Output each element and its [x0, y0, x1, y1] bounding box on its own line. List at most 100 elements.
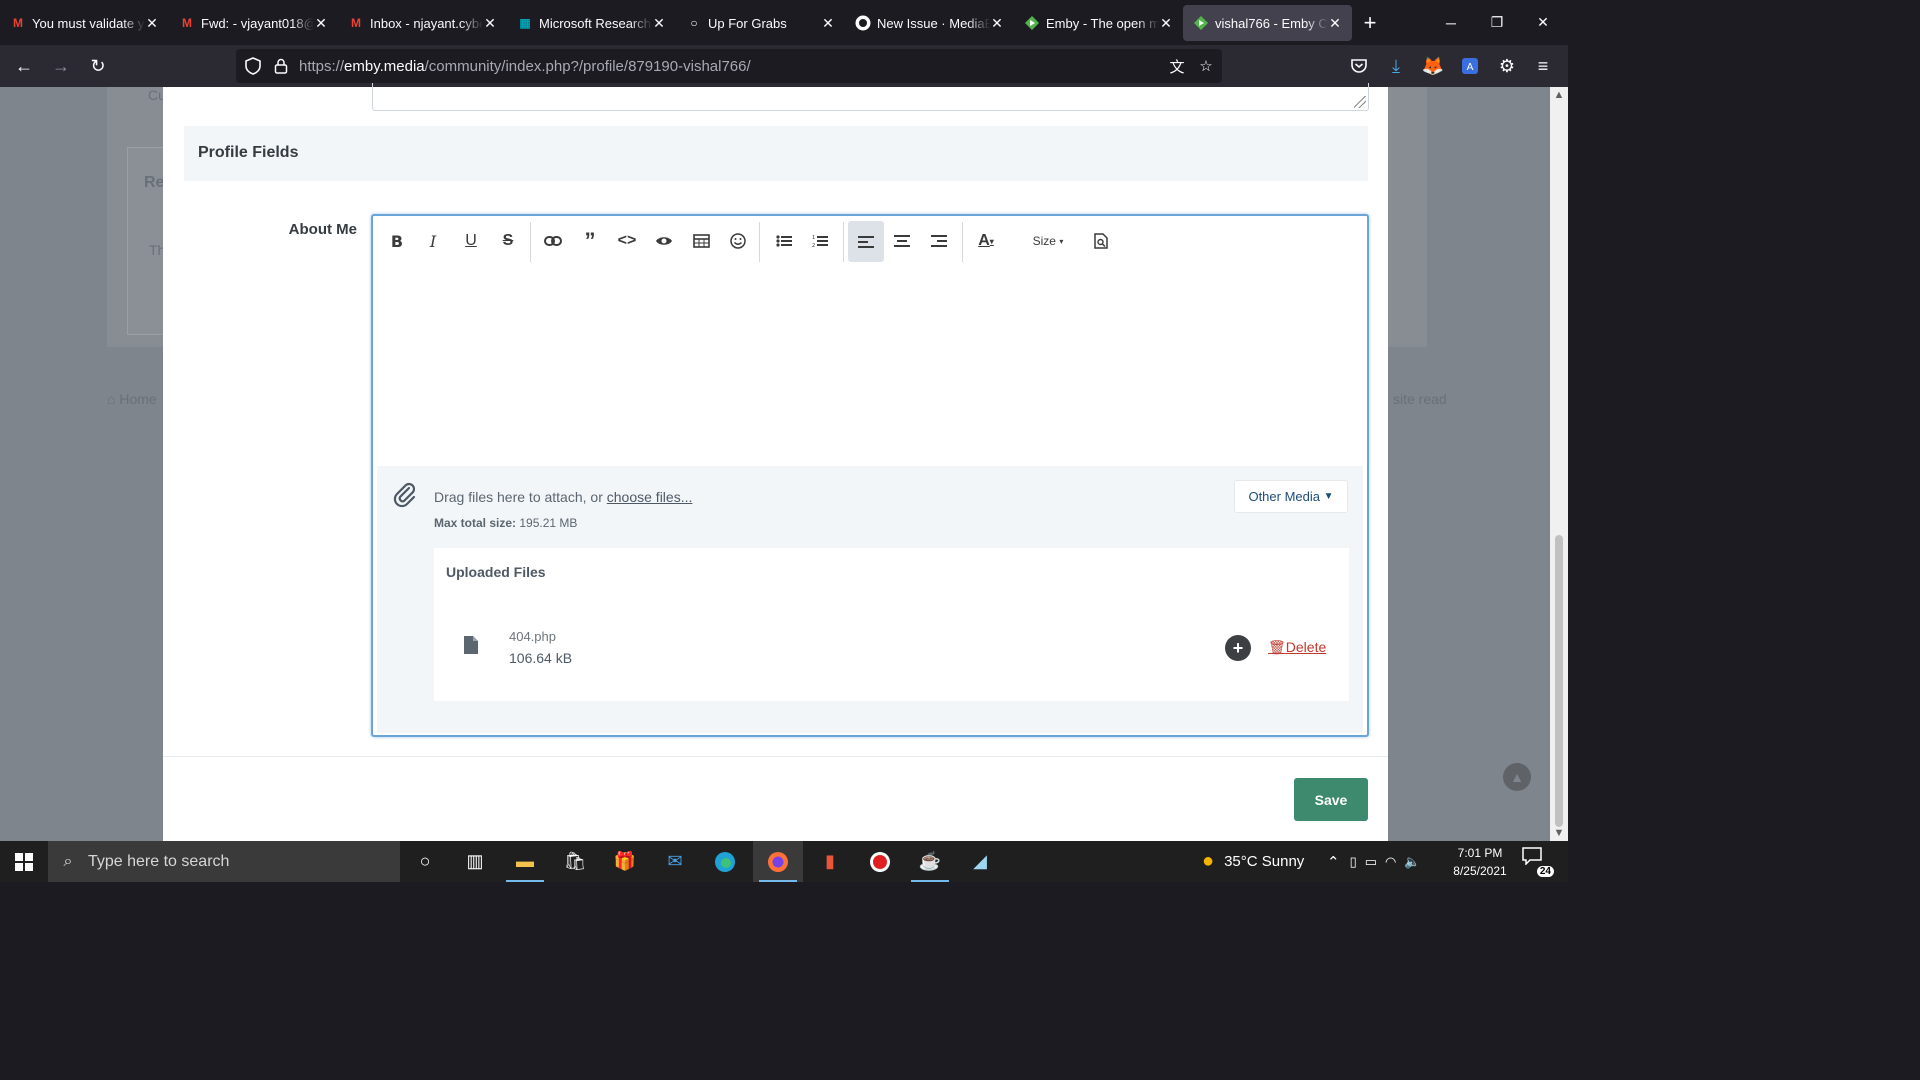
browser-tab[interactable]: ▦ Microsoft Research Blog ✕ [507, 5, 676, 41]
pocket-icon[interactable] [1344, 52, 1374, 80]
firefox-icon[interactable] [753, 841, 803, 882]
close-tab-icon[interactable]: ✕ [1328, 15, 1342, 32]
align-center-icon[interactable] [885, 221, 919, 261]
link-icon[interactable] [536, 221, 570, 261]
close-tab-icon[interactable]: ✕ [483, 15, 497, 32]
task-view-icon[interactable]: ▥ [450, 841, 500, 882]
underline-icon[interactable]: U [454, 221, 488, 261]
close-tab-icon[interactable]: ✕ [652, 15, 666, 32]
scroll-up-icon[interactable]: ▲ [1550, 89, 1568, 101]
url-text[interactable]: https://emby.media/community/index.php?/… [299, 58, 751, 75]
lock-icon[interactable] [270, 55, 292, 77]
file-icon [464, 636, 478, 654]
taskbar-search-box[interactable]: ⌕ Type here to search [48, 841, 400, 882]
save-button[interactable]: Save [1294, 778, 1368, 821]
new-tab-button[interactable]: + [1352, 5, 1388, 41]
tab-title: You must validate your [32, 15, 145, 31]
scroll-to-top-button[interactable]: ▲ [1503, 763, 1531, 791]
url-bar[interactable]: https://emby.media/community/index.php?/… [236, 49, 1222, 83]
volume-icon[interactable]: 🔈 [1404, 854, 1420, 870]
align-right-icon[interactable] [922, 221, 956, 261]
extensions-icon[interactable]: ⚙ [1492, 52, 1522, 80]
clock[interactable]: 7:01 PM 8/25/2021 [1440, 844, 1520, 880]
editor-content-area[interactable] [377, 266, 1365, 466]
reload-icon[interactable]: ↻ [83, 52, 113, 80]
browser-tab-active[interactable]: vishal766 - Emby Community ✕ [1183, 5, 1352, 41]
resize-handle-icon[interactable] [1354, 96, 1366, 108]
record-icon[interactable] [855, 841, 905, 882]
url-domain: emby.media [344, 58, 425, 75]
minimize-icon[interactable]: ─ [1428, 0, 1474, 45]
file-explorer-icon[interactable]: ▬ [500, 841, 550, 882]
gift-app-icon[interactable]: 🎁 [600, 841, 650, 882]
scroll-down-icon[interactable]: ▼ [1550, 827, 1568, 839]
close-tab-icon[interactable]: ✕ [990, 15, 1004, 32]
browser-tab[interactable]: New Issue · MediaBrowser ✕ [845, 5, 1014, 41]
extension-fox-icon[interactable]: 🦊 [1418, 52, 1448, 80]
edge-icon[interactable] [700, 841, 750, 882]
close-tab-icon[interactable]: ✕ [145, 15, 159, 32]
store-icon[interactable]: 🛍 [550, 841, 600, 882]
device-icon[interactable]: ▯ [1350, 854, 1357, 870]
paperclip-icon [391, 480, 421, 510]
max-size-label: Max total size: [434, 516, 517, 530]
translate-icon[interactable]: 文 [1166, 55, 1188, 77]
restore-icon[interactable]: ❐ [1474, 0, 1520, 45]
burp-suite-icon[interactable]: ▮ [805, 841, 855, 882]
emoji-icon[interactable] [721, 221, 755, 261]
italic-icon[interactable]: I [416, 221, 450, 261]
code-icon[interactable]: <> [610, 221, 644, 261]
weather-widget[interactable]: ● 35°C Sunny [1202, 841, 1304, 882]
quote-icon[interactable]: ” [573, 221, 607, 261]
close-tab-icon[interactable]: ✕ [821, 15, 835, 32]
strikethrough-icon[interactable]: S [491, 221, 525, 261]
battery-icon[interactable]: ▭ [1365, 854, 1377, 870]
forward-arrow-icon[interactable]: → [46, 52, 76, 80]
other-media-button[interactable]: Other Media ▼ [1234, 480, 1348, 513]
numbered-list-icon[interactable]: 12 [803, 221, 837, 261]
bookmark-star-icon[interactable]: ☆ [1195, 55, 1217, 77]
browser-tab[interactable]: M Fwd: - vjayant018@gmail ✕ [169, 5, 338, 41]
browser-tab[interactable]: ○ Up For Grabs ✕ [676, 5, 845, 41]
browser-tab[interactable]: Emby - The open media ✕ [1014, 5, 1183, 41]
windows-start-icon[interactable] [0, 841, 48, 882]
shield-icon[interactable] [242, 55, 264, 77]
close-window-icon[interactable]: ✕ [1520, 0, 1566, 45]
preview-icon[interactable] [1084, 221, 1118, 261]
delete-file-link[interactable]: 🗑Delete [1268, 639, 1326, 656]
browser-tab[interactable]: M Inbox - njayant.cyber ✕ [338, 5, 507, 41]
font-size-dropdown[interactable]: Size ▾ [1023, 221, 1073, 261]
table-icon[interactable] [684, 221, 718, 261]
scrollbar-thumb[interactable] [1555, 535, 1563, 827]
notification-center-icon[interactable]: 24 [1522, 847, 1556, 877]
insert-file-button[interactable]: + [1225, 635, 1251, 661]
close-tab-icon[interactable]: ✕ [314, 15, 328, 32]
mail-icon[interactable]: ✉ [650, 841, 700, 882]
download-icon[interactable]: ⤓ [1381, 52, 1411, 80]
back-arrow-icon[interactable]: ← [9, 52, 39, 80]
section-header: Profile Fields [184, 126, 1368, 181]
bold-icon[interactable]: B [380, 221, 414, 261]
github-icon [855, 15, 871, 31]
cortana-icon[interactable]: ○ [400, 841, 450, 882]
browser-tab[interactable]: M You must validate your ✕ [0, 5, 169, 41]
time-text: 7:01 PM [1457, 846, 1503, 860]
app-icon[interactable]: ◢ [955, 841, 1005, 882]
close-tab-icon[interactable]: ✕ [1159, 15, 1173, 32]
toolbar-separator [962, 222, 963, 262]
previous-textarea[interactable] [372, 83, 1369, 111]
max-size-value: 195.21 MB [516, 516, 578, 530]
translate-extension-icon[interactable]: A [1455, 52, 1485, 80]
align-left-icon[interactable] [848, 221, 884, 262]
about-me-editor[interactable]: B I U S ” <> 12 A ▾ Size ▾ Drag files he… [371, 214, 1369, 737]
bulleted-list-icon[interactable] [767, 221, 801, 261]
choose-files-link[interactable]: choose files... [607, 489, 693, 505]
menu-icon[interactable]: ≡ [1528, 52, 1558, 80]
attachment-area[interactable]: Drag files here to attach, or choose fil… [377, 466, 1363, 733]
page-scrollbar[interactable]: ▲ ▼ [1550, 87, 1568, 841]
spoiler-eye-icon[interactable] [647, 221, 681, 261]
chevron-up-icon[interactable]: ⌃ [1327, 853, 1340, 871]
text-color-icon[interactable]: A ▾ [969, 221, 1003, 261]
wifi-icon[interactable]: ◠ [1385, 854, 1396, 870]
java-icon[interactable]: ☕ [905, 841, 955, 882]
